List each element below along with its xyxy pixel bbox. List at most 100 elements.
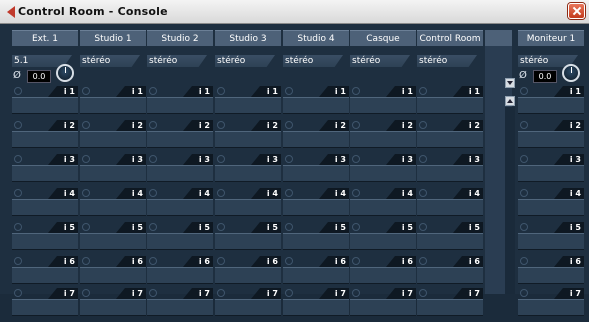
channel-name[interactable]: Studio 2 [147,30,213,46]
insert-slot[interactable]: i 1 [518,86,584,120]
power-icon[interactable] [149,223,157,231]
insert-slot[interactable]: i 4 [417,188,483,222]
title-bar[interactable]: Control Room - Console [0,0,589,24]
power-icon[interactable] [285,289,293,297]
power-icon[interactable] [14,155,22,163]
insert-slot-field[interactable] [350,199,416,216]
insert-slot[interactable]: i 1 [417,86,483,120]
power-icon[interactable] [82,223,90,231]
power-icon[interactable] [14,87,22,95]
power-icon[interactable] [419,121,427,129]
insert-slot[interactable]: i 4 [518,188,584,222]
insert-slot[interactable]: i 4 [350,188,416,222]
insert-slot-field[interactable] [518,267,584,284]
gain-value-field[interactable]: 0.0 [533,70,557,83]
insert-slot[interactable]: i 7 [283,288,349,322]
power-icon[interactable] [217,289,225,297]
insert-slot-field[interactable] [350,267,416,284]
insert-slot[interactable]: i 1 [147,86,213,120]
power-icon[interactable] [82,155,90,163]
insert-slot-field[interactable] [518,299,584,316]
insert-slot-field[interactable] [350,233,416,250]
power-icon[interactable] [217,155,225,163]
insert-slot[interactable]: i 6 [350,256,416,290]
insert-slot[interactable]: i 5 [283,222,349,256]
insert-slot-field[interactable] [417,233,483,250]
insert-slot-field[interactable] [283,165,349,182]
insert-slot-field[interactable] [12,165,78,182]
power-icon[interactable] [149,189,157,197]
insert-slot[interactable]: i 2 [350,120,416,154]
insert-slot-field[interactable] [283,199,349,216]
phase-invert-button[interactable]: Ø [519,70,527,81]
power-icon[interactable] [149,155,157,163]
power-icon[interactable] [352,289,360,297]
insert-slot-field[interactable] [12,97,78,114]
insert-slot[interactable]: i 7 [417,288,483,322]
insert-slot-field[interactable] [215,97,281,114]
channel-format[interactable]: stéréo [350,55,410,67]
power-icon[interactable] [520,289,528,297]
power-icon[interactable] [217,257,225,265]
insert-slot[interactable]: i 5 [518,222,584,256]
insert-slot-field[interactable] [350,165,416,182]
insert-slot[interactable]: i 6 [12,256,78,290]
power-icon[interactable] [82,257,90,265]
insert-slot-field[interactable] [417,299,483,316]
scroll-up-button[interactable] [505,96,515,106]
insert-slot[interactable]: i 2 [80,120,146,154]
power-icon[interactable] [520,257,528,265]
power-icon[interactable] [217,87,225,95]
power-icon[interactable] [149,121,157,129]
power-icon[interactable] [520,87,528,95]
channel-name[interactable]: Studio 1 [80,30,146,46]
insert-slot-field[interactable] [215,165,281,182]
power-icon[interactable] [419,155,427,163]
insert-slot-field[interactable] [283,267,349,284]
channel-name[interactable]: Control Room [417,30,483,46]
insert-slot[interactable]: i 5 [215,222,281,256]
close-button[interactable] [568,3,585,19]
insert-slot-field[interactable] [80,299,146,316]
power-icon[interactable] [520,189,528,197]
insert-slot[interactable]: i 2 [12,120,78,154]
power-icon[interactable] [14,223,22,231]
insert-slot[interactable]: i 6 [283,256,349,290]
power-icon[interactable] [352,223,360,231]
insert-slot[interactable]: i 1 [283,86,349,120]
power-icon[interactable] [82,121,90,129]
power-icon[interactable] [285,257,293,265]
insert-slot-field[interactable] [147,97,213,114]
insert-slot-field[interactable] [80,131,146,148]
insert-slot[interactable]: i 3 [12,154,78,188]
insert-slot-field[interactable] [147,233,213,250]
insert-slot-field[interactable] [147,131,213,148]
power-icon[interactable] [419,223,427,231]
insert-slot[interactable]: i 6 [80,256,146,290]
insert-slot-field[interactable] [147,299,213,316]
insert-slot-field[interactable] [215,199,281,216]
insert-slot[interactable]: i 6 [417,256,483,290]
insert-slot[interactable]: i 5 [350,222,416,256]
power-icon[interactable] [285,223,293,231]
insert-slot-field[interactable] [147,267,213,284]
power-icon[interactable] [217,121,225,129]
insert-slot[interactable]: i 7 [215,288,281,322]
insert-slot[interactable]: i 4 [283,188,349,222]
power-icon[interactable] [285,189,293,197]
power-icon[interactable] [285,155,293,163]
power-icon[interactable] [149,87,157,95]
power-icon[interactable] [217,223,225,231]
insert-slot-field[interactable] [417,199,483,216]
insert-slot-field[interactable] [417,131,483,148]
power-icon[interactable] [149,257,157,265]
insert-slot[interactable]: i 5 [12,222,78,256]
power-icon[interactable] [419,257,427,265]
insert-slot[interactable]: i 6 [215,256,281,290]
power-icon[interactable] [520,121,528,129]
channel-format[interactable]: stéréo [283,55,343,67]
channel-name[interactable]: Casque [350,30,416,46]
insert-slot-field[interactable] [350,299,416,316]
power-icon[interactable] [352,121,360,129]
power-icon[interactable] [419,87,427,95]
